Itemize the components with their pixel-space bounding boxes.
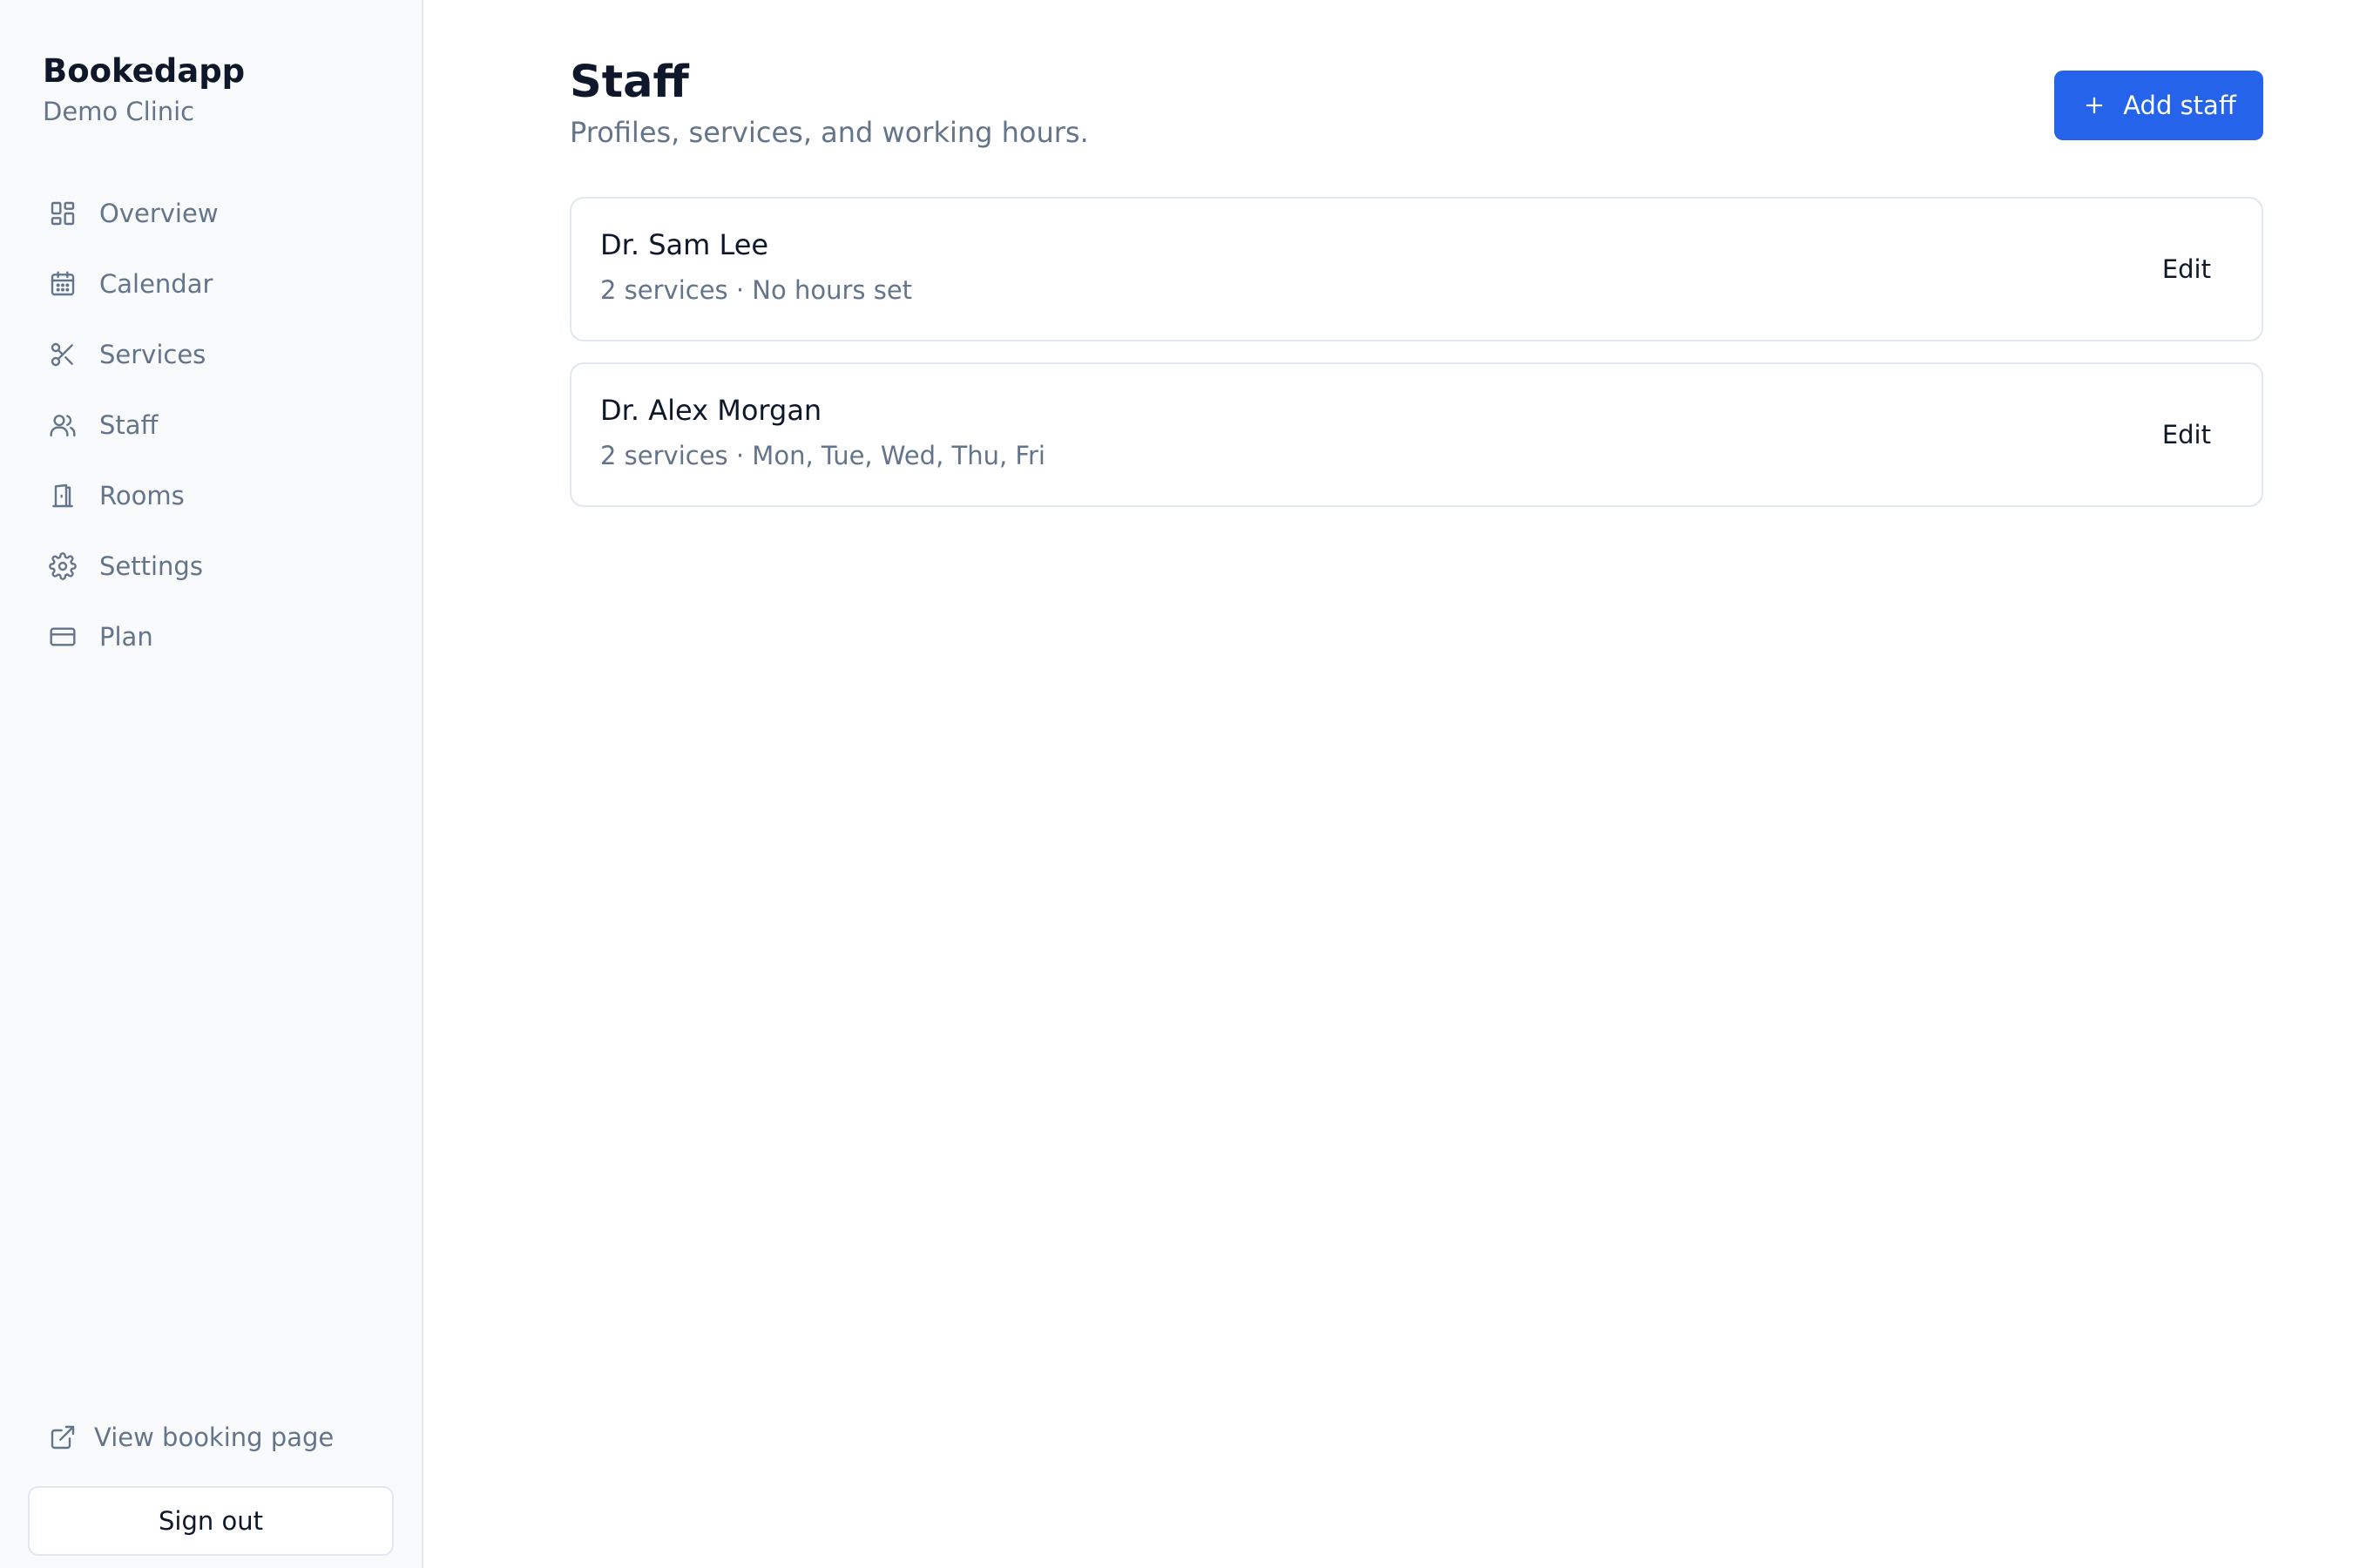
staff-card: Dr. Sam Lee 2 services · No hours set Ed…: [570, 197, 2263, 341]
staff-card: Dr. Alex Morgan 2 services · Mon, Tue, W…: [570, 362, 2263, 507]
sidebar-item-label: Settings: [99, 551, 203, 581]
add-staff-button[interactable]: Add staff: [2054, 71, 2263, 140]
sidebar-item-label: Overview: [99, 198, 219, 228]
users-icon: [47, 409, 78, 441]
sidebar-item-label: Plan: [99, 621, 153, 652]
page-subtitle: Profiles, services, and working hours.: [570, 116, 1089, 149]
sidebar-item-calendar[interactable]: Calendar: [28, 248, 394, 319]
edit-staff-button[interactable]: Edit: [2145, 244, 2228, 294]
sign-out-button[interactable]: Sign out: [28, 1486, 394, 1556]
sidebar-item-label: Rooms: [99, 480, 185, 510]
staff-list: Dr. Sam Lee 2 services · No hours set Ed…: [570, 197, 2263, 528]
sidebar-item-label: Staff: [99, 409, 159, 440]
sidebar-item-staff[interactable]: Staff: [28, 389, 394, 460]
overview-icon: [47, 198, 78, 229]
plus-icon: [2081, 92, 2107, 118]
staff-name: Dr. Sam Lee: [600, 228, 769, 261]
credit-card-icon: [47, 621, 78, 652]
staff-meta: 2 services · Mon, Tue, Wed, Thu, Fri: [600, 441, 1045, 470]
sidebar-item-label: Services: [99, 339, 206, 369]
add-staff-label: Add staff: [2123, 91, 2236, 120]
sidebar-item-label: Calendar: [99, 268, 213, 299]
view-booking-label: View booking page: [94, 1423, 335, 1452]
edit-staff-button[interactable]: Edit: [2145, 409, 2228, 460]
sidebar-item-settings[interactable]: Settings: [28, 531, 394, 601]
sidebar-item-plan[interactable]: Plan: [28, 601, 394, 672]
staff-name: Dr. Alex Morgan: [600, 394, 822, 427]
sidebar-item-overview[interactable]: Overview: [28, 178, 394, 248]
brand: Bookedapp Demo Clinic: [43, 51, 245, 129]
page-title: Staff: [570, 57, 689, 108]
gear-icon: [47, 551, 78, 582]
main-content: Staff Profiles, services, and working ho…: [423, 0, 2380, 1568]
brand-subtitle: Demo Clinic: [43, 97, 195, 126]
calendar-icon: [47, 268, 78, 300]
external-link-icon: [47, 1422, 78, 1453]
staff-meta: 2 services · No hours set: [600, 275, 913, 305]
door-icon: [47, 480, 78, 511]
sidebar-nav: Overview Calendar Services Staff Rooms S…: [28, 178, 394, 672]
app-root: Bookedapp Demo Clinic Overview Calendar …: [0, 0, 2380, 1568]
view-booking-page-link[interactable]: View booking page: [47, 1422, 334, 1453]
scissors-icon: [47, 339, 78, 370]
sidebar: Bookedapp Demo Clinic Overview Calendar …: [0, 0, 423, 1568]
brand-name: Bookedapp: [43, 52, 246, 90]
sidebar-item-rooms[interactable]: Rooms: [28, 460, 394, 531]
sidebar-item-services[interactable]: Services: [28, 319, 394, 389]
